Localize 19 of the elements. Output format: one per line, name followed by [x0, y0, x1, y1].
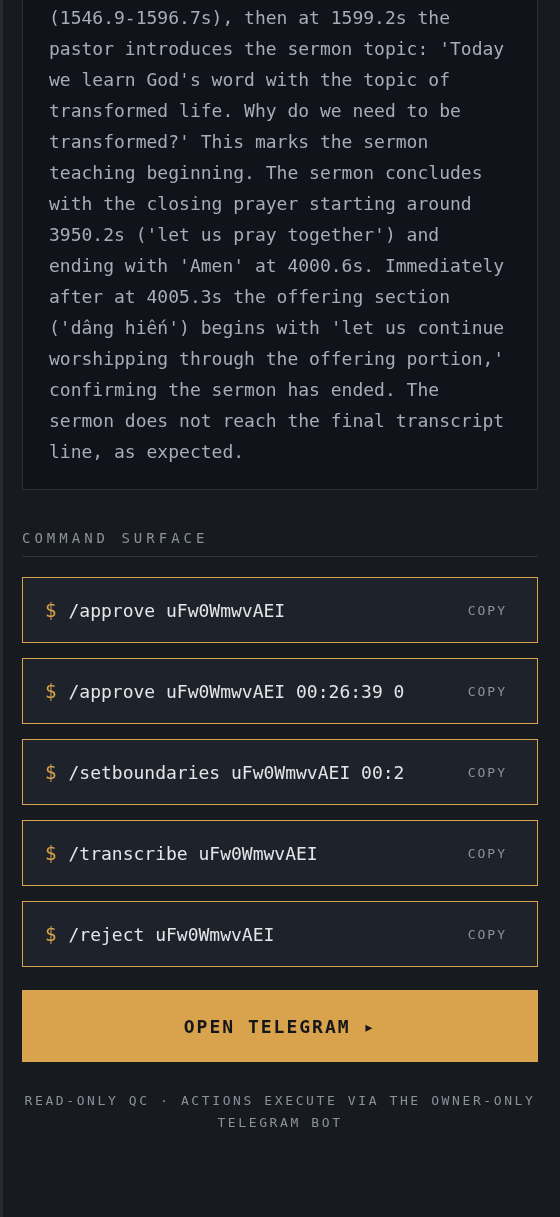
copy-button[interactable]: COPY	[467, 683, 507, 699]
prompt-sign: $	[45, 599, 57, 621]
prompt-sign: $	[45, 761, 57, 783]
command-text: /approve uFw0WmwvAEI	[68, 599, 287, 621]
prompt-sign: $	[45, 923, 57, 945]
open-telegram-button[interactable]: OPEN TELEGRAM ▸	[22, 990, 538, 1062]
copy-button[interactable]: COPY	[467, 926, 507, 942]
summary-text: (1546.9-1596.7s), then at 1599.2s the pastor introduces the sermon topic: 'Today we learn God's word with the topic of transformed life. Why do we need to be transformed?' This marks the sermon teaching beginning. The sermon concludes with the closing prayer starting around 3950.2s ('let us pray together') and ending with 'Amen' at 4000.6s. Immediately after at 4005.3s the offering section ('dâng hiến') begins with 'let us continue worshipping through the offering portion,' confirming the sermon has ended. The sermon does not reach the final transcript line, as expected.	[22, 0, 538, 490]
command-text: /transcribe uFw0WmwvAEI	[68, 842, 319, 864]
command-text: /approve uFw0WmwvAEI 00:26:39 0	[68, 680, 406, 702]
prompt-sign: $	[45, 842, 57, 864]
copy-button[interactable]: COPY	[467, 845, 507, 861]
copy-button[interactable]: COPY	[467, 602, 507, 618]
copy-button[interactable]: COPY	[467, 764, 507, 780]
prompt-sign: $	[45, 680, 57, 702]
footer-note: READ-ONLY QC · ACTIONS EXECUTE VIA THE OWNER-ONLY TELEGRAM BOT	[23, 1092, 537, 1132]
command-text: /setboundaries uFw0WmwvAEI 00:2	[68, 761, 406, 783]
section-heading: COMMAND SURFACE	[22, 530, 538, 557]
command-text: /reject uFw0WmwvAEI	[68, 923, 276, 945]
